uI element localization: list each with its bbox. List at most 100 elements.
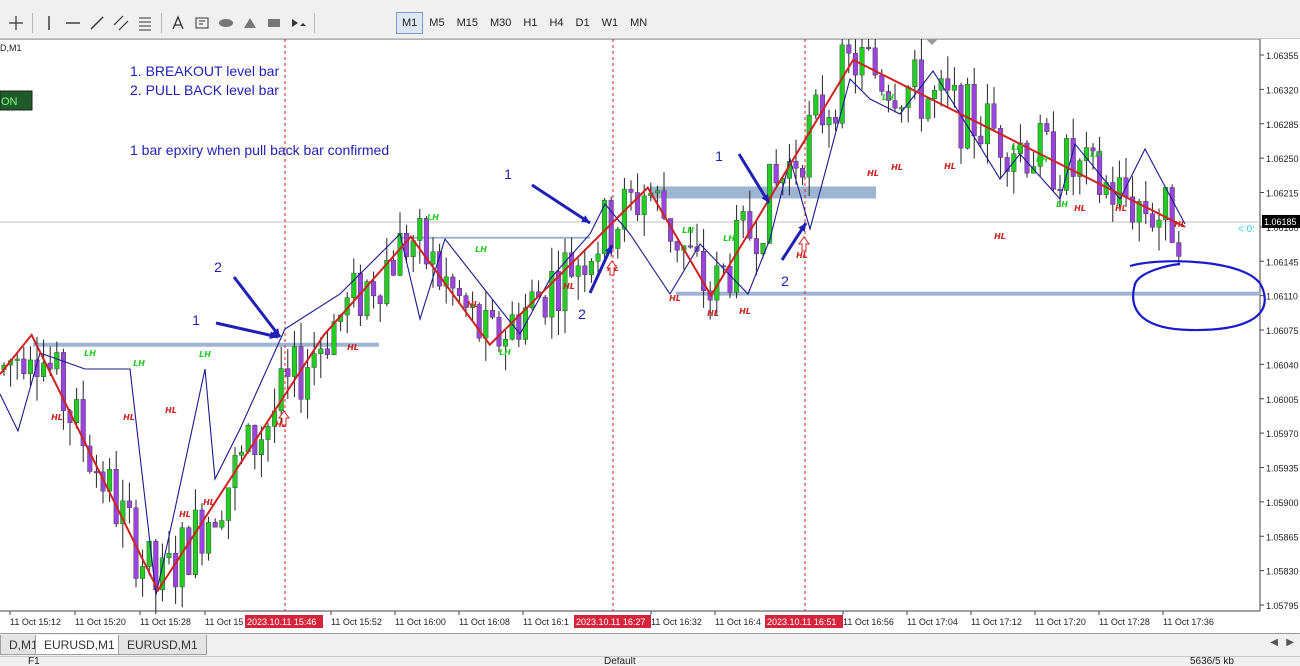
on-button-label: ON	[1, 96, 18, 108]
timeframe-mn-button[interactable]: MN	[624, 12, 653, 34]
bull-candle	[905, 86, 911, 108]
time-highlight-label: 2023.10.11 16:51	[767, 617, 836, 627]
bear-candle	[773, 164, 779, 184]
annotation-number: 1	[192, 312, 200, 328]
bull-candle	[641, 195, 647, 216]
timeframe-h4-button[interactable]: H4	[543, 12, 569, 34]
bull-candle	[291, 346, 297, 377]
bull-candle	[27, 359, 33, 374]
swing-label-hl: HL	[165, 406, 177, 415]
price-chart[interactable]: LH LH LH LH LH LH LH LH LH LH LH LH LH HL HL HL HL HL HL HL…	[0, 23, 1300, 633]
label-icon[interactable]	[191, 12, 213, 34]
chart-tabs: D,M1 EURUSD,M1 EURUSD,M1 ◀ ▶	[0, 633, 1300, 656]
tab-label: D,M1	[9, 637, 38, 652]
bear-candle	[879, 74, 885, 92]
tab-scroll-left-icon[interactable]: ◀	[1270, 637, 1278, 648]
time-axis-label: 11 Oct 17:20	[1035, 617, 1086, 627]
vertical-line-icon[interactable]	[38, 12, 60, 34]
swing-label-lh: LH	[475, 245, 487, 254]
bull-candle	[575, 265, 581, 277]
bear-candle	[1149, 213, 1155, 228]
bull-candle	[595, 253, 601, 262]
ellipse-icon[interactable]	[215, 12, 237, 34]
swing-label-lh: LH	[199, 350, 211, 359]
price-axis-label: 1.05935	[1266, 464, 1299, 474]
triangle-icon[interactable]	[239, 12, 261, 34]
crosshair-icon[interactable]	[5, 12, 27, 34]
bear-candle	[918, 59, 924, 119]
timeframe-w1-button[interactable]: W1	[596, 12, 625, 34]
swing-label-hl: HL	[347, 343, 359, 352]
tab-eurusd-m1-active[interactable]: EURUSD,M1	[35, 635, 124, 655]
note-expiry: 1 bar epxiry when pull back bar confirme…	[130, 142, 389, 158]
time-axis-label: 11 Oct 15:52	[331, 617, 382, 627]
swing-label-lh: LH	[427, 213, 439, 222]
bull-candle	[41, 362, 47, 377]
time-axis-label: 11 Oct 17:36	[1163, 617, 1214, 627]
bull-candle	[305, 367, 311, 400]
tab-scroll-right-icon[interactable]: ▶	[1286, 637, 1294, 648]
bull-candle	[951, 84, 957, 91]
chart-area[interactable]: LH LH LH LH LH LH LH LH LH LH LH LH LH HL HL HL HL HL HL HL…	[0, 23, 1300, 633]
bear-candle	[978, 135, 984, 145]
timeframe-m5-button[interactable]: M5	[423, 12, 450, 34]
timeframe-d1-button[interactable]: D1	[570, 12, 596, 34]
current-price-side-label: < 0:	[1238, 224, 1255, 235]
price-axis-label: 1.06040	[1266, 360, 1299, 370]
bear-candle	[173, 552, 179, 588]
channel-icon[interactable]	[110, 12, 132, 34]
bear-candle	[800, 168, 806, 178]
bull-candle	[1156, 219, 1162, 228]
swing-label-lh: LH	[499, 348, 511, 357]
swing-label-hl: HL	[891, 163, 903, 172]
fibonacci-icon[interactable]	[134, 12, 156, 34]
price-axis-label: 1.05900	[1266, 498, 1299, 508]
swing-label-hl: HL	[867, 169, 879, 178]
toolbar: M1 M5 M15 M30 H1 H4 D1 W1 MN	[0, 0, 1300, 39]
timeframe-m15-button[interactable]: M15	[451, 12, 484, 34]
annotation-number: 1	[715, 148, 723, 164]
time-axis-label: 11 Oct 17:04	[907, 617, 958, 627]
bull-candle	[767, 164, 773, 244]
tab-eurusd-m1[interactable]: EURUSD,M1	[118, 635, 207, 655]
annotation-arrow	[215, 321, 279, 339]
price-axis-label: 1.06285	[1266, 120, 1299, 130]
timeframe-h1-button[interactable]: H1	[517, 12, 543, 34]
separator	[161, 13, 162, 33]
horizontal-line-icon[interactable]	[62, 12, 84, 34]
bear-candle	[324, 348, 330, 355]
bear-candle	[1176, 242, 1182, 257]
bear-candle	[727, 265, 733, 293]
price-axis-label: 1.06355	[1266, 51, 1299, 61]
timeframe-m1-button[interactable]: M1	[396, 12, 424, 34]
swing-label-hl: HL	[1174, 220, 1186, 229]
bull-candle	[588, 260, 594, 275]
bear-candle	[542, 296, 548, 318]
trendline-icon[interactable]	[86, 12, 108, 34]
annotation-number: 2	[578, 306, 586, 322]
timeframe-m30-button[interactable]: M30	[484, 12, 517, 34]
chart-shift-marker-icon	[926, 39, 938, 45]
bear-candle	[390, 259, 396, 276]
bull-candle	[166, 552, 172, 559]
price-axis-label: 1.06075	[1266, 326, 1299, 336]
bull-candle	[351, 272, 357, 298]
bull-candle	[839, 44, 845, 124]
bull-candle	[225, 487, 231, 521]
tab-label: EURUSD,M1	[44, 637, 115, 652]
bear-candle	[753, 238, 759, 255]
time-axis-label: 11 Oct 16:1	[523, 617, 569, 627]
arrows-icon[interactable]	[287, 12, 309, 34]
time-axis-label: 11 Oct 16:56	[843, 617, 894, 627]
time-axis-label: 11 Oct 16:32	[651, 617, 702, 627]
price-axis-label: 1.06320	[1266, 85, 1299, 95]
bear-candle	[1044, 123, 1050, 132]
bull-candle	[192, 509, 198, 575]
bear-candle	[582, 265, 588, 275]
text-icon[interactable]	[167, 12, 189, 34]
bull-candle	[826, 117, 832, 126]
rectangle-icon[interactable]	[263, 12, 285, 34]
timeframe-bar: M1 M5 M15 M30 H1 H4 D1 W1 MN	[396, 10, 653, 36]
bull-candle	[74, 399, 80, 423]
bull-candle	[219, 520, 225, 528]
